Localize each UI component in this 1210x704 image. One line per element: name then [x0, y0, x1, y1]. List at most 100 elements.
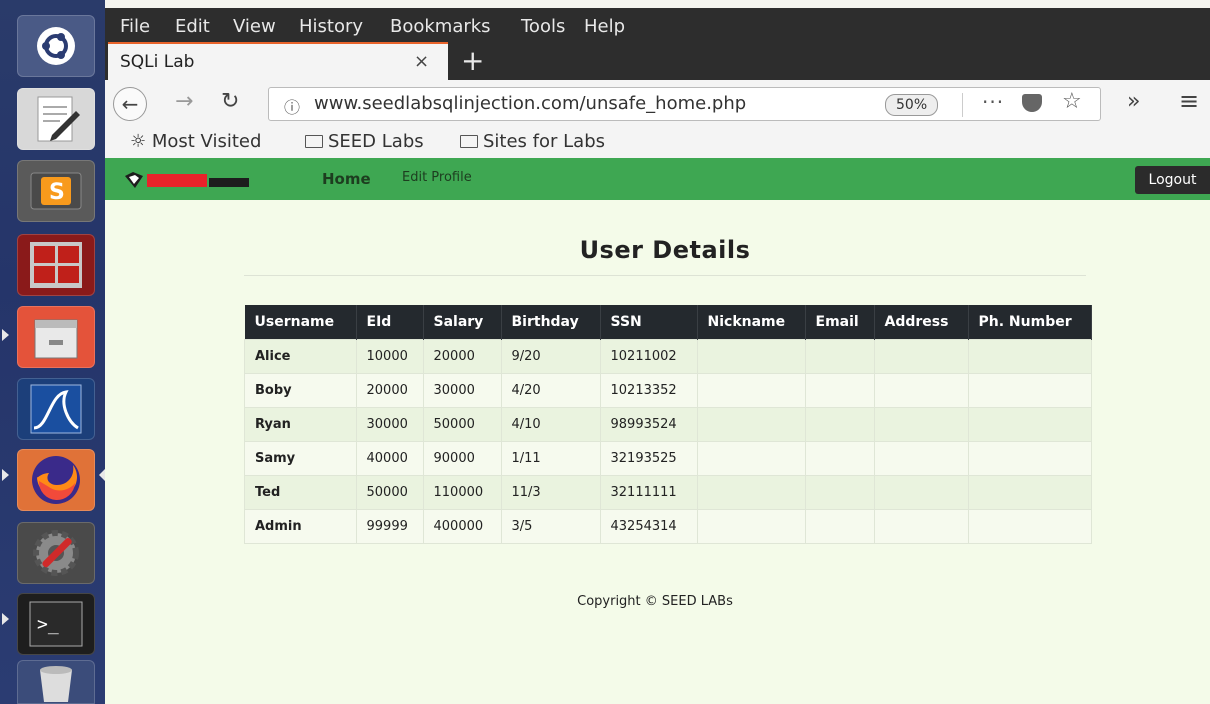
web-page: Home Edit Profile Logout User Details Us…	[105, 158, 1210, 704]
system-settings-icon[interactable]	[17, 522, 95, 584]
table-cell	[967, 441, 1092, 476]
column-header: Nickname	[697, 305, 806, 340]
table-cell: Alice	[244, 339, 357, 374]
table-cell: 10000	[355, 339, 424, 374]
table-cell	[804, 509, 875, 544]
table-row: Ryan 30000 50000 4/10 98993524	[244, 407, 1092, 442]
menu-bookmarks[interactable]: Bookmarks	[390, 16, 491, 37]
table-cell: 10211002	[599, 339, 698, 374]
running-indicator	[2, 329, 9, 341]
table-cell: 30000	[355, 407, 424, 442]
forward-arrow-icon[interactable]: →	[175, 89, 193, 114]
table-cell: 30000	[422, 373, 502, 408]
table-cell	[873, 509, 969, 544]
file-manager-icon[interactable]	[17, 306, 95, 368]
menu-help[interactable]: Help	[584, 16, 625, 37]
bookmark-seed-labs[interactable]: SEED Labs	[305, 131, 424, 152]
column-header: EId	[356, 305, 424, 340]
folder-icon	[305, 135, 323, 148]
terminal-multiplexer-icon[interactable]	[17, 234, 95, 296]
column-header: Salary	[423, 305, 502, 340]
menu-file[interactable]: File	[120, 16, 150, 37]
hamburger-menu-icon[interactable]: ≡	[1179, 87, 1199, 115]
table-row: Admin 99999 400000 3/5 43254314	[244, 509, 1092, 544]
new-tab-button[interactable]: +	[461, 44, 484, 77]
table-cell	[696, 475, 806, 510]
table-cell	[873, 407, 969, 442]
page-title: User Details	[579, 236, 751, 264]
overflow-menu-icon[interactable]: »	[1127, 89, 1140, 114]
tab-sqli-lab[interactable]: SQLi Lab ×	[108, 42, 448, 80]
nav-home-link[interactable]: Home	[322, 170, 371, 188]
zoom-level[interactable]: 50%	[885, 94, 939, 116]
table-cell: 99999	[355, 509, 424, 544]
table-header-row: Username EId Salary Birthday SSN Nicknam…	[244, 305, 1092, 340]
firefox-icon[interactable]	[17, 449, 95, 511]
bookmark-star-icon[interactable]: ☆	[1062, 89, 1082, 114]
menu-edit[interactable]: Edit	[175, 16, 210, 37]
divider	[244, 275, 1086, 276]
table-cell: 3/5	[500, 509, 601, 544]
table-cell	[873, 441, 969, 476]
column-header: Username	[244, 305, 357, 340]
column-header: SSN	[600, 305, 698, 340]
menu-history[interactable]: History	[299, 16, 363, 37]
seed-labs-logo[interactable]	[123, 170, 253, 190]
table-cell: 11/3	[500, 475, 601, 510]
site-info-icon[interactable]: ⓘ	[284, 94, 300, 118]
table-cell: 4/20	[500, 373, 601, 408]
tab-bar: SQLi Lab × +	[105, 42, 1210, 80]
column-header: Ph. Number	[968, 305, 1092, 340]
terminal-icon[interactable]: >_	[17, 593, 95, 655]
table-cell	[804, 407, 875, 442]
table-cell: 50000	[355, 475, 424, 510]
table-cell: 400000	[422, 509, 502, 544]
text-editor-icon[interactable]	[17, 88, 95, 150]
table-cell: 50000	[422, 407, 502, 442]
table-cell	[804, 339, 875, 374]
page-actions-icon[interactable]: ···	[982, 90, 1004, 114]
bookmarks-toolbar: ☼ Most Visited SEED Labs Sites for Labs	[105, 128, 1210, 158]
pocket-icon[interactable]	[1022, 94, 1042, 112]
bookmark-most-visited[interactable]: ☼ Most Visited	[130, 131, 261, 152]
reload-icon[interactable]: ↻	[221, 89, 239, 114]
nav-edit-profile-link[interactable]: Edit Profile	[402, 170, 472, 185]
url-text[interactable]: www.seedlabsqlinjection.com/unsafe_home.…	[314, 93, 834, 114]
gear-icon: ☼	[130, 131, 152, 152]
svg-text:>_: >_	[37, 614, 59, 635]
table-cell	[967, 509, 1092, 544]
table-row: Ted 50000 110000 11/3 32111111	[244, 475, 1092, 510]
sublime-text-icon[interactable]: S	[17, 160, 95, 222]
running-indicator	[2, 469, 9, 481]
table-cell	[696, 509, 806, 544]
table-row: Samy 40000 90000 1/11 32193525	[244, 441, 1092, 476]
tab-close-icon[interactable]: ×	[414, 51, 429, 72]
back-button[interactable]: ←	[113, 87, 147, 121]
table-cell	[696, 441, 806, 476]
table-cell: 9/20	[500, 339, 601, 374]
column-header: Birthday	[501, 305, 601, 340]
table-cell	[696, 339, 806, 374]
logout-button[interactable]: Logout	[1135, 166, 1210, 194]
bookmark-sites-for-labs[interactable]: Sites for Labs	[460, 131, 605, 152]
ubuntu-dash-icon[interactable]	[17, 15, 95, 77]
menu-view[interactable]: View	[233, 16, 276, 37]
svg-text:S: S	[49, 180, 65, 205]
table-cell: Boby	[244, 373, 357, 408]
table-cell: 32193525	[599, 441, 698, 476]
navigation-toolbar: ← → ↻ ⓘ www.seedlabsqlinjection.com/unsa…	[105, 80, 1210, 128]
bookmark-label: SEED Labs	[328, 131, 424, 152]
table-cell: 1/11	[500, 441, 601, 476]
url-bar[interactable]: ⓘ www.seedlabsqlinjection.com/unsafe_hom…	[268, 87, 1101, 121]
back-arrow-icon: ←	[121, 92, 139, 116]
table-cell	[873, 373, 969, 408]
url-separator	[962, 93, 963, 117]
table-cell: 40000	[355, 441, 424, 476]
tab-title: SQLi Lab	[120, 52, 195, 72]
wireshark-icon[interactable]	[17, 378, 95, 440]
user-details-table: Username EId Salary Birthday SSN Nicknam…	[244, 305, 1092, 544]
trash-icon[interactable]	[17, 660, 95, 704]
menu-tools[interactable]: Tools	[521, 16, 565, 37]
folder-icon	[460, 135, 478, 148]
column-header: Address	[874, 305, 969, 340]
